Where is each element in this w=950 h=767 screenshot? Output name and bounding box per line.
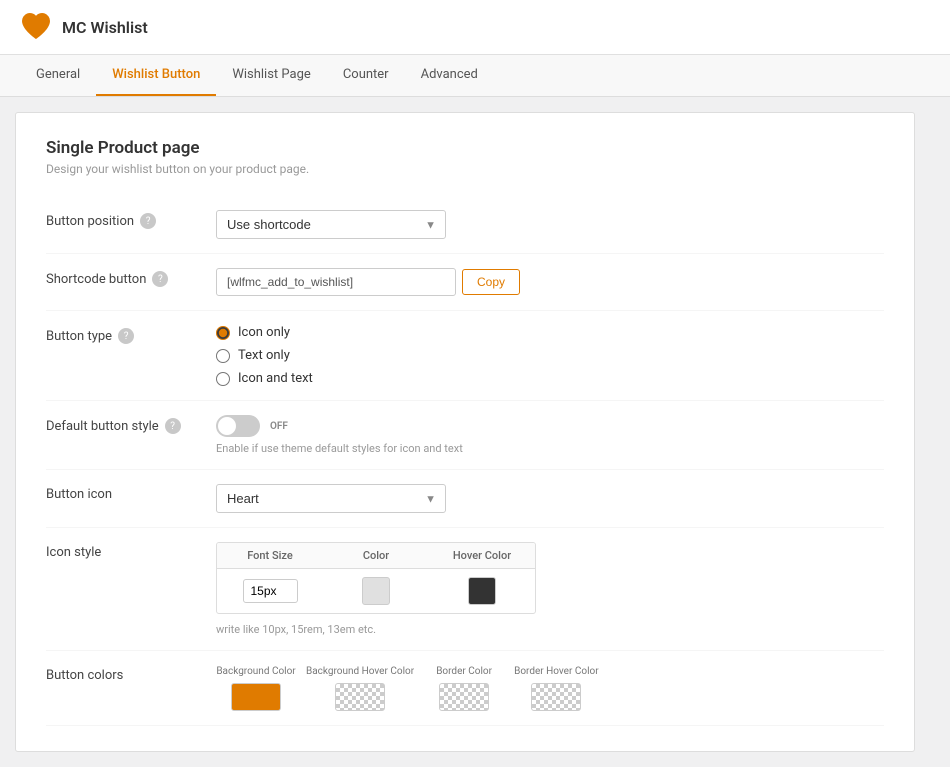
- border-hover-color-label: Border Hover Color: [514, 665, 599, 678]
- default-style-help-icon[interactable]: ?: [165, 418, 181, 434]
- icon-style-label: Icon style: [46, 542, 206, 560]
- bg-hover-color-label: Background Hover Color: [306, 665, 414, 678]
- border-color-col: Border Color: [424, 665, 504, 711]
- button-position-select-wrapper: Use shortcode Before add to cart After a…: [216, 210, 446, 239]
- hover-color-swatch[interactable]: [468, 577, 496, 605]
- shortcode-help-icon[interactable]: ?: [152, 271, 168, 287]
- border-hover-color-preview[interactable]: [531, 683, 581, 711]
- bg-color-label: Background Color: [216, 665, 295, 678]
- toggle-hint: Enable if use theme default styles for i…: [216, 442, 884, 455]
- border-color-preview[interactable]: [439, 683, 489, 711]
- button-type-help-icon[interactable]: ?: [118, 328, 134, 344]
- icon-style-control: Font Size Color Hover Color write l: [216, 542, 884, 636]
- button-colors-grid: Background Color Background Hover Color …: [216, 665, 884, 711]
- border-hover-color-col: Border Hover Color: [514, 665, 599, 711]
- default-style-toggle[interactable]: [216, 415, 260, 437]
- icon-style-hint: write like 10px, 15rem, 13em etc.: [216, 623, 884, 636]
- toggle-wrapper: OFF: [216, 415, 884, 437]
- button-position-row: Button position ? Use shortcode Before a…: [46, 196, 884, 254]
- default-button-style-row: Default button style ? OFF Enable if use…: [46, 401, 884, 470]
- toggle-off-label: OFF: [270, 421, 288, 432]
- default-button-style-label: Default button style ?: [46, 415, 206, 434]
- default-style-control: OFF Enable if use theme default styles f…: [216, 415, 884, 455]
- button-icon-control: Heart Star Bookmark Plus ▼: [216, 484, 884, 513]
- icon-style-header: Font Size Color Hover Color: [217, 543, 535, 569]
- button-icon-select-wrapper: Heart Star Bookmark Plus ▼: [216, 484, 446, 513]
- radio-text-only-input[interactable]: [216, 349, 230, 363]
- radio-icon-and-text[interactable]: Icon and text: [216, 371, 884, 386]
- button-icon-select[interactable]: Heart Star Bookmark Plus: [216, 484, 446, 513]
- button-position-control: Use shortcode Before add to cart After a…: [216, 210, 884, 239]
- button-icon-label: Button icon: [46, 484, 206, 502]
- radio-icon-and-text-input[interactable]: [216, 372, 230, 386]
- input-copy-row: Copy: [216, 268, 884, 296]
- shortcode-button-row: Shortcode button ? Copy: [46, 254, 884, 311]
- shortcode-input[interactable]: [216, 268, 456, 296]
- copy-button[interactable]: Copy: [462, 269, 520, 295]
- border-color-label: Border Color: [436, 665, 492, 678]
- bg-hover-color-col: Background Hover Color: [306, 665, 414, 711]
- icon-style-col-color: Color: [323, 543, 429, 568]
- icon-style-col-font-size: Font Size: [217, 543, 323, 568]
- shortcode-button-label: Shortcode button ?: [46, 268, 206, 287]
- radio-icon-only[interactable]: Icon only: [216, 325, 884, 340]
- icon-style-color-col: [323, 569, 429, 613]
- icon-style-hover-color-col: [429, 569, 535, 613]
- icon-style-row: Icon style Font Size Color Hover Color: [46, 528, 884, 651]
- font-size-input[interactable]: [243, 579, 298, 603]
- tabs-list: General Wishlist Button Wishlist Page Co…: [20, 55, 930, 96]
- button-type-radio-group: Icon only Text only Icon and text: [216, 325, 884, 386]
- button-position-help-icon[interactable]: ?: [140, 213, 156, 229]
- icon-style-table: Font Size Color Hover Color: [216, 542, 536, 614]
- bg-color-col: Background Color: [216, 665, 296, 711]
- toggle-slider: [216, 415, 260, 437]
- button-position-label: Button position ?: [46, 210, 206, 229]
- button-type-row: Button type ? Icon only Text only Icon a…: [46, 311, 884, 401]
- main-panel: Single Product page Design your wishlist…: [15, 112, 915, 752]
- button-colors-row: Button colors Background Color Backgroun…: [46, 651, 884, 726]
- icon-style-col-hover-color: Hover Color: [429, 543, 535, 568]
- color-swatch[interactable]: [362, 577, 390, 605]
- button-type-control: Icon only Text only Icon and text: [216, 325, 884, 386]
- button-colors-control: Background Color Background Hover Color …: [216, 665, 884, 711]
- tab-counter[interactable]: Counter: [327, 55, 405, 96]
- tab-general[interactable]: General: [20, 55, 96, 96]
- radio-text-only[interactable]: Text only: [216, 348, 884, 363]
- button-type-label: Button type ?: [46, 325, 206, 344]
- section-title: Single Product page: [46, 138, 884, 158]
- icon-style-font-size-col: [217, 571, 323, 611]
- button-icon-row: Button icon Heart Star Bookmark Plus ▼: [46, 470, 884, 528]
- icon-style-values-row: [217, 569, 535, 613]
- bg-color-preview[interactable]: [231, 683, 281, 711]
- button-position-select[interactable]: Use shortcode Before add to cart After a…: [216, 210, 446, 239]
- logo-icon: [20, 11, 52, 43]
- tab-wishlist-button[interactable]: Wishlist Button: [96, 55, 216, 96]
- section-subtitle: Design your wishlist button on your prod…: [46, 162, 884, 176]
- bg-hover-color-preview[interactable]: [335, 683, 385, 711]
- tabs-bar: General Wishlist Button Wishlist Page Co…: [0, 55, 950, 97]
- radio-icon-only-input[interactable]: [216, 326, 230, 340]
- button-colors-label: Button colors: [46, 665, 206, 683]
- shortcode-control: Copy: [216, 268, 884, 296]
- tab-advanced[interactable]: Advanced: [405, 55, 494, 96]
- app-header: MC Wishlist: [0, 0, 950, 55]
- app-title: MC Wishlist: [62, 18, 148, 37]
- tab-wishlist-page[interactable]: Wishlist Page: [216, 55, 326, 96]
